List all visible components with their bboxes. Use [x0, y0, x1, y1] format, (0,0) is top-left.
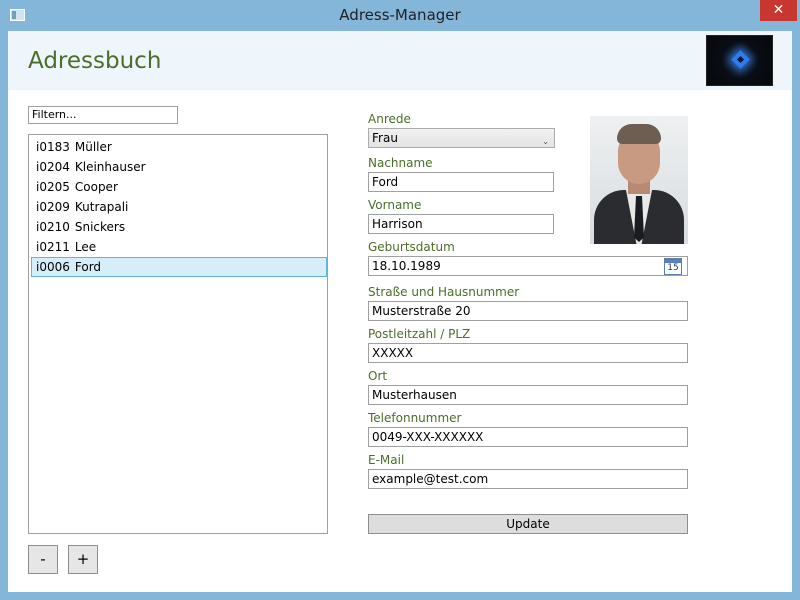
anrede-label: Anrede — [368, 112, 411, 126]
list-item-name: Lee — [74, 240, 97, 254]
geburtsdatum-datepicker[interactable]: 18.10.1989 15 — [368, 256, 688, 276]
contact-photo — [590, 116, 688, 244]
list-item-name: Müller — [74, 140, 112, 154]
main-content: Adressbuch Filtern... i0183 Müller i0204 K… — [8, 31, 792, 592]
list-item-name: Cooper — [74, 180, 118, 194]
telefon-field[interactable]: 0049-XXX-XXXXXX — [368, 427, 688, 447]
list-item[interactable]: i0209 Kutrapali — [31, 197, 327, 217]
ort-field[interactable]: Musterhausen — [368, 385, 688, 405]
list-item-name: Ford — [74, 260, 102, 274]
list-item-id: i0210 — [36, 220, 70, 234]
list-item-name: Kutrapali — [74, 200, 129, 214]
email-field[interactable]: example@test.com — [368, 469, 688, 489]
strasse-label: Straße und Hausnummer — [368, 285, 520, 299]
logo — [706, 35, 773, 86]
plz-label: Postleitzahl / PLZ — [368, 327, 471, 341]
list-item[interactable]: i0211 Lee — [31, 237, 327, 257]
telefon-label: Telefonnummer — [368, 411, 462, 425]
ort-label: Ort — [368, 369, 388, 383]
list-item[interactable]: i0210 Snickers — [31, 217, 327, 237]
strasse-field[interactable]: Musterstraße 20 — [368, 301, 688, 321]
calendar-icon[interactable]: 15 — [664, 258, 682, 275]
title-bar[interactable]: Adress-Manager ✕ — [0, 0, 800, 31]
chevron-down-icon: ⌄ — [542, 137, 549, 146]
list-item-id: i0204 — [36, 160, 70, 174]
vorname-label: Vorname — [368, 198, 422, 212]
remove-entry-button[interactable]: - — [28, 545, 58, 574]
filter-input[interactable]: Filtern... — [28, 106, 178, 124]
address-list[interactable]: i0183 Müller i0204 Kleinhauser i0205 Cooper… — [28, 134, 328, 534]
list-item[interactable]: i0204 Kleinhauser — [31, 157, 327, 177]
list-item-id: i0205 — [36, 180, 70, 194]
geburtsdatum-label: Geburtsdatum — [368, 240, 455, 254]
list-item-id: i0183 — [36, 140, 70, 154]
list-item-name: Kleinhauser — [74, 160, 146, 174]
nachname-label: Nachname — [368, 156, 433, 170]
add-entry-button[interactable]: + — [68, 545, 98, 574]
plz-field[interactable]: XXXXX — [368, 343, 688, 363]
list-item[interactable]: i0205 Cooper — [31, 177, 327, 197]
list-item[interactable]: i0183 Müller — [31, 137, 327, 157]
anrede-value: Frau — [372, 131, 398, 145]
page-title: Adressbuch — [28, 48, 162, 74]
list-item-id: i0006 — [36, 260, 70, 274]
list-item-selected[interactable]: i0006 Ford — [31, 257, 327, 277]
close-button[interactable]: ✕ — [760, 0, 797, 21]
email-label: E-Mail — [368, 453, 405, 467]
nachname-field[interactable]: Ford — [368, 172, 554, 192]
header-bar: Adressbuch — [8, 31, 792, 90]
list-item-id: i0209 — [36, 200, 70, 214]
geburtsdatum-value: 18.10.1989 — [372, 259, 441, 273]
update-button[interactable]: Update — [368, 514, 688, 534]
logo-diamond-icon — [731, 50, 750, 69]
list-item-id: i0211 — [36, 240, 70, 254]
anrede-select[interactable]: Frau ⌄ — [368, 128, 555, 148]
window-title: Adress-Manager — [339, 6, 461, 24]
list-item-name: Snickers — [74, 220, 126, 234]
vorname-field[interactable]: Harrison — [368, 214, 554, 234]
app-window: Adress-Manager ✕ Adressbuch Filtern... i… — [0, 0, 800, 600]
